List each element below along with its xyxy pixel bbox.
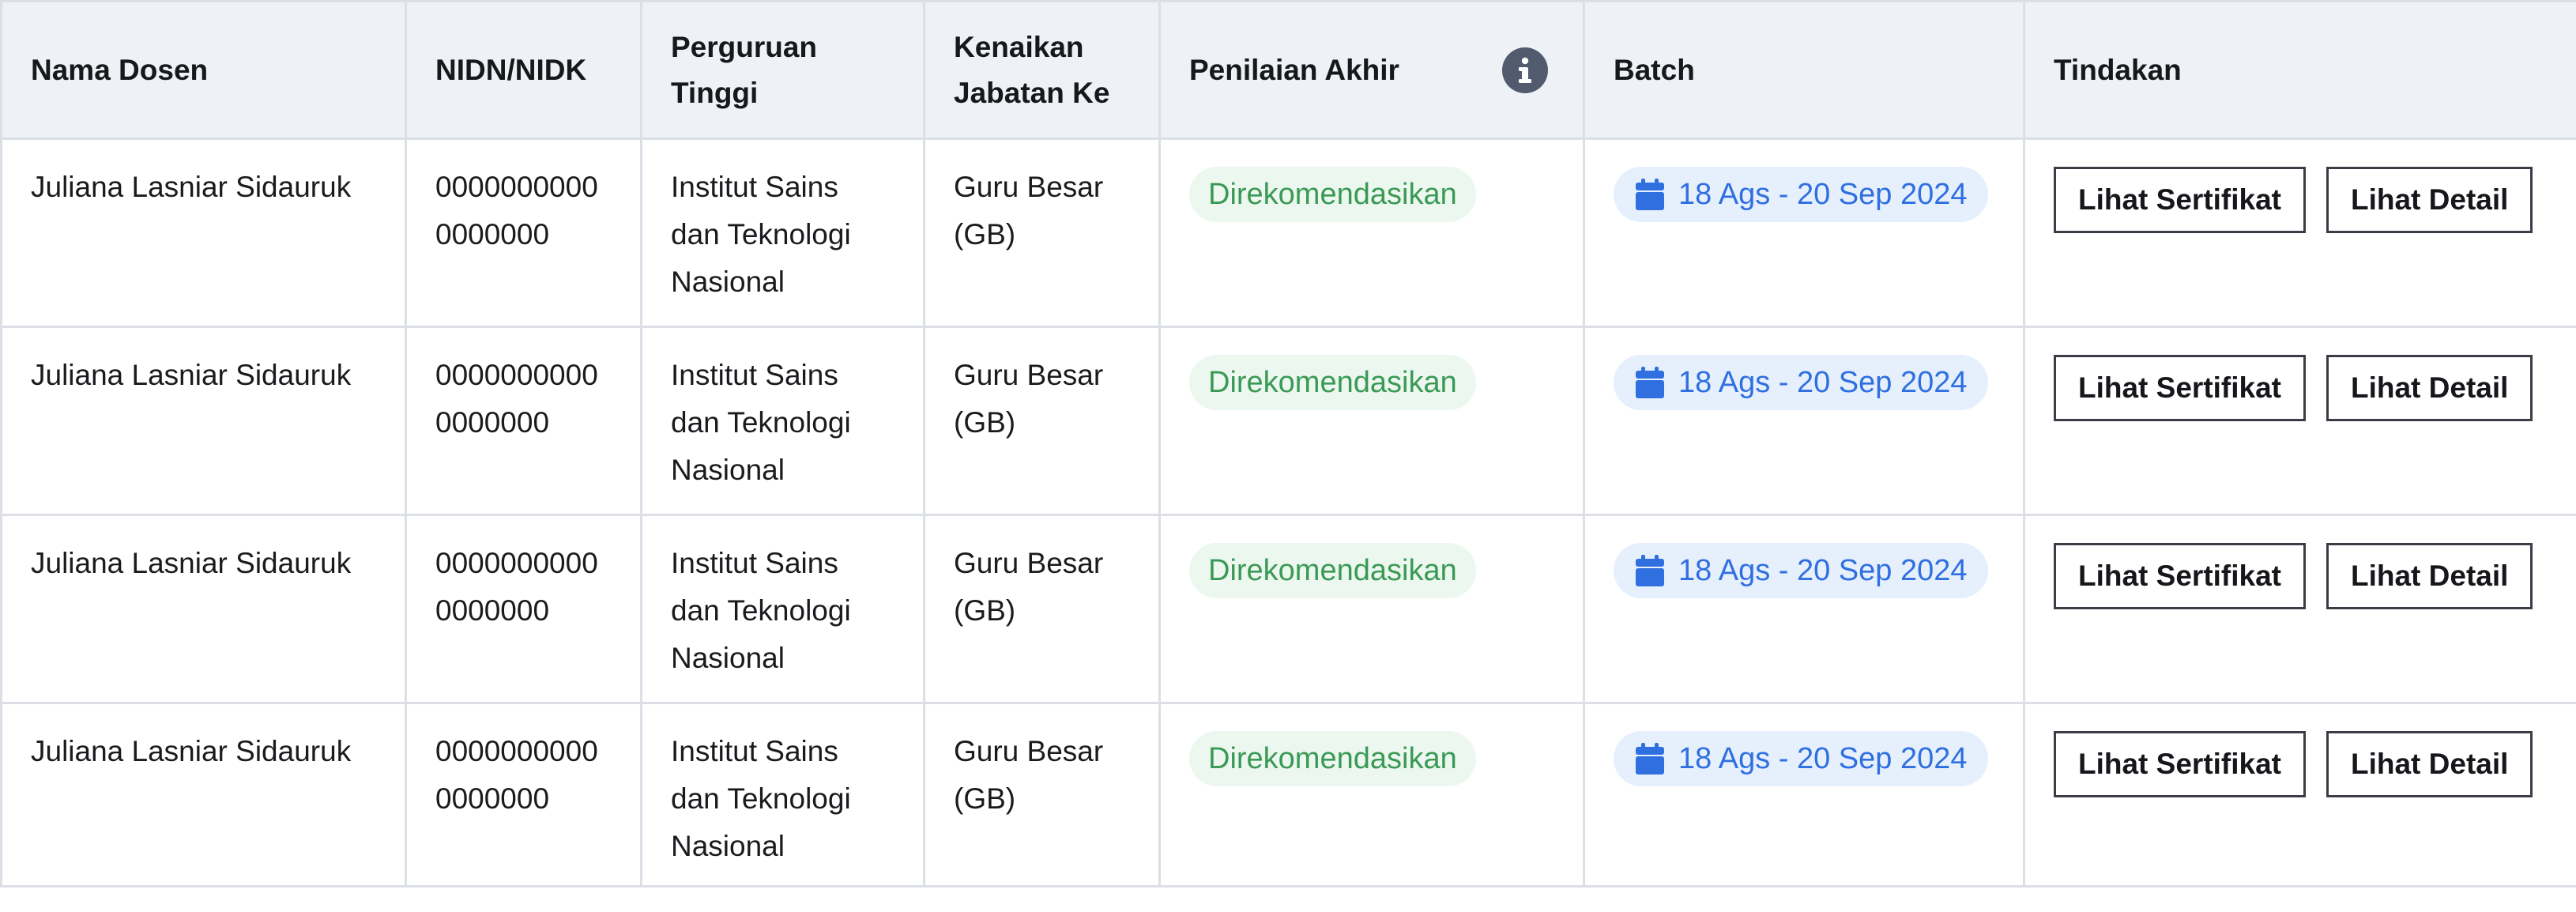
cell-batch: 18 Ags - 20 Sep 2024 xyxy=(1583,514,2025,704)
header-tindakan: Tindakan xyxy=(2023,0,2576,140)
cell-nidn: 0000000000 0000000 xyxy=(405,326,642,516)
cell-tindakan: Lihat Sertifikat Lihat Detail xyxy=(2023,514,2576,704)
nidn-text: 0000000000 0000000 xyxy=(435,735,598,815)
calendar-icon xyxy=(1636,179,1664,210)
table-header: Nama Dosen NIDN/NIDK Perguruan Tinggi Ke… xyxy=(0,0,2576,140)
action-group: Lihat Sertifikat Lihat Detail xyxy=(2054,543,2549,609)
nidn-text: 0000000000 0000000 xyxy=(435,359,598,439)
cell-nama-dosen: Juliana Lasniar Sidauruk xyxy=(0,326,407,516)
table-body: Juliana Lasniar Sidauruk 0000000000 0000… xyxy=(0,138,2576,888)
cell-nidn: 0000000000 0000000 xyxy=(405,702,642,888)
perguruan-tinggi-text: Institut Sains dan Teknologi Nasional xyxy=(671,359,851,486)
batch-badge: 18 Ags - 20 Sep 2024 xyxy=(1614,167,1988,222)
action-group: Lihat Sertifikat Lihat Detail xyxy=(2054,355,2549,421)
perguruan-tinggi-text: Institut Sains dan Teknologi Nasional xyxy=(671,171,851,298)
table-row: Juliana Lasniar Sidauruk 0000000000 0000… xyxy=(0,702,2576,888)
header-perguruan-tinggi-label: Perguruan Tinggi xyxy=(671,30,818,109)
header-kenaikan-jabatan: Kenaikan Jabatan Ke xyxy=(923,0,1161,140)
batch-badge: 18 Ags - 20 Sep 2024 xyxy=(1614,355,1988,410)
lihat-sertifikat-button[interactable]: Lihat Sertifikat xyxy=(2054,731,2306,797)
info-icon[interactable] xyxy=(1502,47,1548,93)
header-tindakan-label: Tindakan xyxy=(2054,53,2182,86)
lihat-detail-button[interactable]: Lihat Detail xyxy=(2326,731,2533,797)
batch-text: 18 Ags - 20 Sep 2024 xyxy=(1678,554,1968,587)
cell-tindakan: Lihat Sertifikat Lihat Detail xyxy=(2023,138,2576,328)
header-nama-dosen-label: Nama Dosen xyxy=(31,53,209,86)
cell-penilaian-akhir: Direkomendasikan xyxy=(1158,326,1585,516)
kenaikan-jabatan-text: Guru Besar (GB) xyxy=(954,359,1104,439)
cell-batch: 18 Ags - 20 Sep 2024 xyxy=(1583,326,2025,516)
calendar-icon xyxy=(1636,743,1664,774)
cell-batch: 18 Ags - 20 Sep 2024 xyxy=(1583,702,2025,888)
action-group: Lihat Sertifikat Lihat Detail xyxy=(2054,731,2549,797)
kenaikan-jabatan-text: Guru Besar (GB) xyxy=(954,735,1104,815)
header-nidn-label: NIDN/NIDK xyxy=(435,53,587,86)
header-penilaian-akhir: Penilaian Akhir xyxy=(1158,0,1585,140)
table-row: Juliana Lasniar Sidauruk 0000000000 0000… xyxy=(0,138,2576,328)
lihat-detail-button[interactable]: Lihat Detail xyxy=(2326,355,2533,421)
cell-nama-dosen: Juliana Lasniar Sidauruk xyxy=(0,138,407,328)
cell-kenaikan-jabatan: Guru Besar (GB) xyxy=(923,138,1161,328)
cell-nama-dosen: Juliana Lasniar Sidauruk xyxy=(0,702,407,888)
status-badge: Direkomendasikan xyxy=(1189,355,1476,410)
cell-perguruan-tinggi: Institut Sains dan Teknologi Nasional xyxy=(640,326,925,516)
cell-penilaian-akhir: Direkomendasikan xyxy=(1158,702,1585,888)
cell-nidn: 0000000000 0000000 xyxy=(405,514,642,704)
cell-perguruan-tinggi: Institut Sains dan Teknologi Nasional xyxy=(640,702,925,888)
status-badge: Direkomendasikan xyxy=(1189,167,1476,222)
cell-tindakan: Lihat Sertifikat Lihat Detail xyxy=(2023,702,2576,888)
lihat-detail-button[interactable]: Lihat Detail xyxy=(2326,167,2533,233)
kenaikan-jabatan-text: Guru Besar (GB) xyxy=(954,171,1104,251)
nidn-text: 0000000000 0000000 xyxy=(435,171,598,251)
calendar-icon xyxy=(1636,367,1664,398)
nama-dosen-text: Juliana Lasniar Sidauruk xyxy=(31,171,352,203)
lihat-sertifikat-button[interactable]: Lihat Sertifikat xyxy=(2054,543,2306,609)
status-badge: Direkomendasikan xyxy=(1189,543,1476,598)
batch-badge: 18 Ags - 20 Sep 2024 xyxy=(1614,731,1988,786)
batch-text: 18 Ags - 20 Sep 2024 xyxy=(1678,742,1968,775)
header-perguruan-tinggi: Perguruan Tinggi xyxy=(640,0,925,140)
header-batch: Batch xyxy=(1583,0,2025,140)
kenaikan-jabatan-text: Guru Besar (GB) xyxy=(954,547,1104,627)
dosen-table: Nama Dosen NIDN/NIDK Perguruan Tinggi Ke… xyxy=(0,0,2576,888)
cell-nidn: 0000000000 0000000 xyxy=(405,138,642,328)
batch-text: 18 Ags - 20 Sep 2024 xyxy=(1678,366,1968,399)
table-header-row: Nama Dosen NIDN/NIDK Perguruan Tinggi Ke… xyxy=(0,0,2576,140)
header-nidn: NIDN/NIDK xyxy=(405,0,642,140)
lihat-sertifikat-button[interactable]: Lihat Sertifikat xyxy=(2054,167,2306,233)
header-nama-dosen: Nama Dosen xyxy=(0,0,407,140)
cell-perguruan-tinggi: Institut Sains dan Teknologi Nasional xyxy=(640,138,925,328)
cell-penilaian-akhir: Direkomendasikan xyxy=(1158,514,1585,704)
lihat-sertifikat-button[interactable]: Lihat Sertifikat xyxy=(2054,355,2306,421)
calendar-icon xyxy=(1636,555,1664,586)
table-row: Juliana Lasniar Sidauruk 0000000000 0000… xyxy=(0,514,2576,704)
cell-penilaian-akhir: Direkomendasikan xyxy=(1158,138,1585,328)
nama-dosen-text: Juliana Lasniar Sidauruk xyxy=(31,359,352,391)
cell-batch: 18 Ags - 20 Sep 2024 xyxy=(1583,138,2025,328)
perguruan-tinggi-text: Institut Sains dan Teknologi Nasional xyxy=(671,735,851,862)
dosen-table-container: Nama Dosen NIDN/NIDK Perguruan Tinggi Ke… xyxy=(0,0,2576,912)
header-batch-label: Batch xyxy=(1614,53,1695,86)
batch-text: 18 Ags - 20 Sep 2024 xyxy=(1678,178,1968,211)
status-badge: Direkomendasikan xyxy=(1189,731,1476,786)
cell-kenaikan-jabatan: Guru Besar (GB) xyxy=(923,326,1161,516)
perguruan-tinggi-text: Institut Sains dan Teknologi Nasional xyxy=(671,547,851,674)
action-group: Lihat Sertifikat Lihat Detail xyxy=(2054,167,2549,233)
cell-tindakan: Lihat Sertifikat Lihat Detail xyxy=(2023,326,2576,516)
batch-badge: 18 Ags - 20 Sep 2024 xyxy=(1614,543,1988,598)
cell-nama-dosen: Juliana Lasniar Sidauruk xyxy=(0,514,407,704)
nama-dosen-text: Juliana Lasniar Sidauruk xyxy=(31,547,352,579)
lihat-detail-button[interactable]: Lihat Detail xyxy=(2326,543,2533,609)
nama-dosen-text: Juliana Lasniar Sidauruk xyxy=(31,735,352,767)
cell-kenaikan-jabatan: Guru Besar (GB) xyxy=(923,702,1161,888)
table-row: Juliana Lasniar Sidauruk 0000000000 0000… xyxy=(0,326,2576,516)
cell-perguruan-tinggi: Institut Sains dan Teknologi Nasional xyxy=(640,514,925,704)
header-penilaian-akhir-label: Penilaian Akhir xyxy=(1189,53,1399,86)
nidn-text: 0000000000 0000000 xyxy=(435,547,598,627)
cell-kenaikan-jabatan: Guru Besar (GB) xyxy=(923,514,1161,704)
header-kenaikan-jabatan-label: Kenaikan Jabatan Ke xyxy=(954,30,1110,109)
